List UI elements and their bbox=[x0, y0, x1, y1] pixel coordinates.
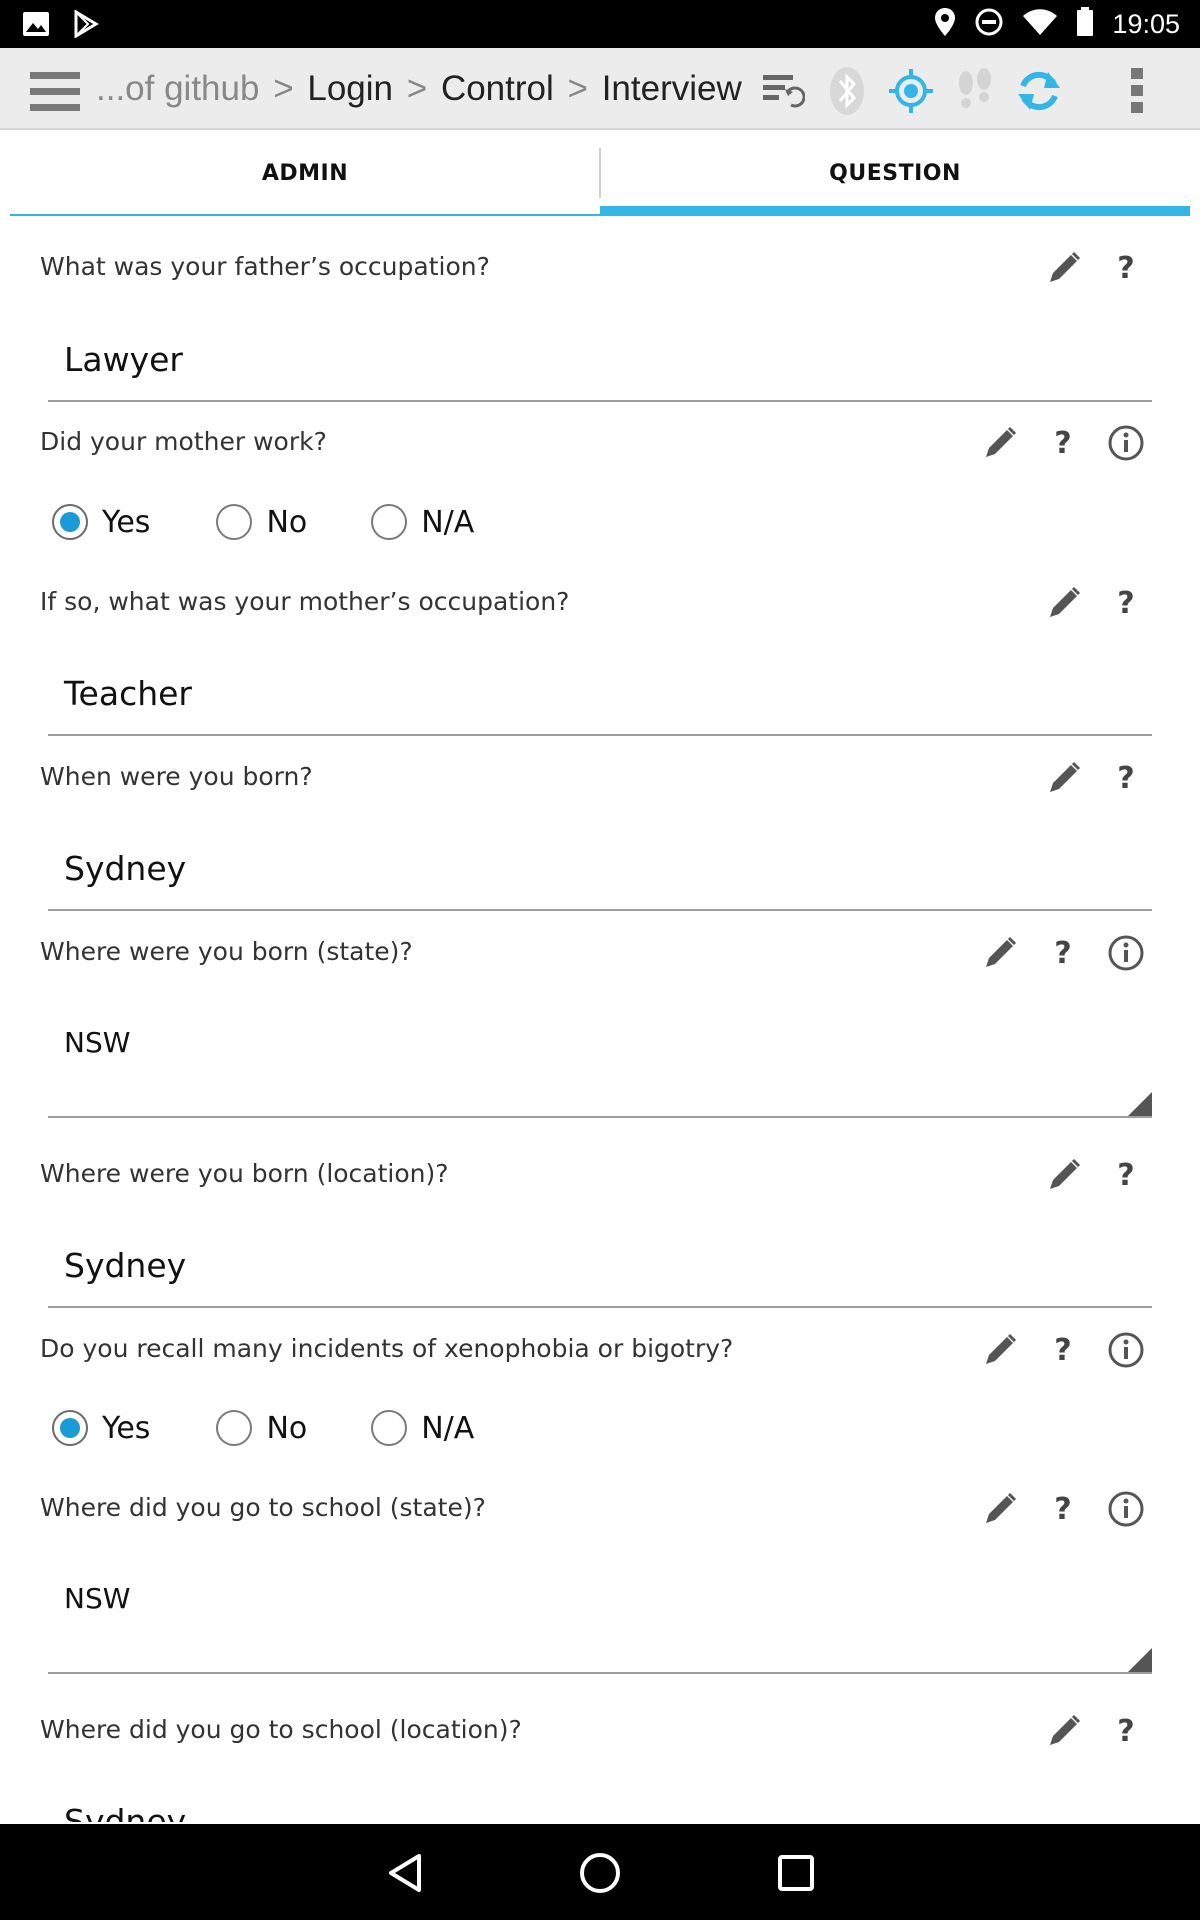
question-label: What was your father’s occupation? bbox=[40, 252, 490, 281]
radio-label: Yes bbox=[102, 504, 151, 540]
help-icon[interactable]: ? bbox=[1104, 1153, 1148, 1197]
radio-group: Yes No N/A bbox=[52, 504, 516, 540]
state-select[interactable]: NSW bbox=[48, 996, 1152, 1118]
pencil-icon[interactable] bbox=[978, 1487, 1022, 1531]
pencil-icon[interactable] bbox=[1042, 1153, 1086, 1197]
answer-text-field[interactable]: Lawyer bbox=[48, 312, 1152, 402]
question-label: Where did you go to school (state)? bbox=[40, 1493, 486, 1522]
radio-button[interactable] bbox=[371, 1410, 408, 1446]
radio-label: Yes bbox=[102, 1410, 151, 1446]
radio-no[interactable]: No bbox=[216, 504, 307, 540]
answer-text-field[interactable]: Sydney bbox=[48, 1218, 1152, 1308]
hamburger-menu-icon[interactable] bbox=[30, 70, 82, 118]
help-icon[interactable]: ? bbox=[1041, 1487, 1085, 1531]
action-bar: ...of github > Login > Control > Intervi… bbox=[0, 48, 1200, 130]
breadcrumb-control[interactable]: Control bbox=[441, 69, 554, 108]
help-icon[interactable]: ? bbox=[1104, 1709, 1148, 1753]
radio-button[interactable] bbox=[371, 504, 408, 540]
breadcrumb-separator: > bbox=[273, 69, 294, 108]
radio-button[interactable] bbox=[216, 1410, 253, 1446]
question-list[interactable]: What was your father’s occupation? ? Law… bbox=[10, 216, 1190, 1822]
radio-na[interactable]: N/A bbox=[371, 1410, 474, 1446]
radio-yes[interactable]: Yes bbox=[52, 1410, 150, 1446]
image-icon bbox=[22, 11, 50, 41]
pencil-icon[interactable] bbox=[978, 1328, 1022, 1372]
pencil-icon[interactable] bbox=[1042, 246, 1086, 290]
answer-text-field[interactable]: Teacher bbox=[48, 646, 1152, 736]
answer-text-field[interactable]: Sydney bbox=[48, 1774, 1152, 1822]
overflow-menu-icon[interactable] bbox=[1110, 64, 1164, 118]
select-value: NSW bbox=[64, 1582, 131, 1615]
answer-value: Teacher bbox=[64, 674, 193, 713]
breadcrumb-separator: > bbox=[567, 69, 588, 108]
help-icon[interactable]: ? bbox=[1104, 756, 1148, 800]
answer-text-field[interactable]: Sydney bbox=[48, 821, 1152, 911]
back-icon[interactable] bbox=[380, 1848, 430, 1898]
dropdown-triangle-icon bbox=[1128, 1092, 1152, 1116]
question-label: Where were you born (location)? bbox=[40, 1159, 449, 1188]
help-icon[interactable]: ? bbox=[1041, 931, 1085, 975]
play-store-icon bbox=[72, 9, 100, 42]
breadcrumb-prefix[interactable]: ...of github bbox=[96, 69, 259, 108]
help-icon[interactable]: ? bbox=[1041, 421, 1085, 465]
radio-group: Yes No N/A bbox=[52, 1410, 516, 1446]
radio-button[interactable] bbox=[216, 504, 253, 540]
help-icon[interactable]: ? bbox=[1041, 1328, 1085, 1372]
wifi-icon bbox=[1022, 8, 1058, 40]
question-label: If so, what was your mother’s occupation… bbox=[40, 587, 570, 616]
pencil-icon[interactable] bbox=[978, 931, 1022, 975]
pencil-icon[interactable] bbox=[978, 421, 1022, 465]
radio-button-checked[interactable] bbox=[52, 504, 88, 540]
sync-settings-icon[interactable] bbox=[756, 64, 810, 118]
bluetooth-icon[interactable] bbox=[820, 64, 874, 118]
question-label: Where were you born (state)? bbox=[40, 937, 413, 966]
location-icon bbox=[934, 7, 956, 41]
state-select[interactable]: NSW bbox=[48, 1552, 1152, 1674]
info-icon[interactable] bbox=[1104, 931, 1148, 975]
radio-button-checked[interactable] bbox=[52, 1410, 88, 1446]
navigation-bar bbox=[0, 1824, 1200, 1920]
pencil-icon[interactable] bbox=[1042, 581, 1086, 625]
radio-label: N/A bbox=[421, 504, 475, 540]
info-icon[interactable] bbox=[1104, 1487, 1148, 1531]
answer-value: Sydney bbox=[64, 849, 187, 888]
pencil-icon[interactable] bbox=[1042, 756, 1086, 800]
dropdown-triangle-icon bbox=[1128, 1648, 1152, 1672]
radio-yes[interactable]: Yes bbox=[52, 504, 150, 540]
question-label: Did your mother work? bbox=[40, 427, 327, 456]
info-icon[interactable] bbox=[1104, 421, 1148, 465]
breadcrumb-login[interactable]: Login bbox=[307, 69, 393, 108]
radio-label: N/A bbox=[421, 1410, 475, 1446]
tab-question[interactable]: QUESTION bbox=[600, 132, 1190, 216]
question-label: Do you recall many incidents of xenophob… bbox=[40, 1334, 734, 1363]
do-not-disturb-icon bbox=[974, 7, 1004, 41]
refresh-icon[interactable] bbox=[1012, 64, 1066, 118]
clock: 19:05 bbox=[1112, 9, 1180, 39]
answer-value: Sydney bbox=[64, 1246, 187, 1285]
battery-icon bbox=[1076, 7, 1094, 41]
pencil-icon[interactable] bbox=[1042, 1709, 1086, 1753]
gps-icon[interactable] bbox=[884, 64, 938, 118]
answer-value: Lawyer bbox=[64, 340, 183, 379]
breadcrumb-separator: > bbox=[406, 69, 428, 108]
radio-label: No bbox=[266, 1410, 308, 1446]
home-icon[interactable] bbox=[575, 1848, 625, 1898]
question-label: Where did you go to school (location)? bbox=[40, 1715, 522, 1744]
question-label: When were you born? bbox=[40, 762, 313, 791]
breadcrumb-interview[interactable]: Interview bbox=[602, 69, 742, 108]
breadcrumb: ...of github > Login > Control > Intervi… bbox=[96, 68, 742, 110]
help-icon[interactable]: ? bbox=[1104, 581, 1148, 625]
status-bar: 19:05 bbox=[0, 0, 1200, 48]
select-value: NSW bbox=[64, 1026, 131, 1059]
radio-no[interactable]: No bbox=[216, 1410, 307, 1446]
help-icon[interactable]: ? bbox=[1104, 246, 1148, 290]
answer-value: Sydney bbox=[64, 1802, 187, 1822]
footsteps-icon[interactable] bbox=[948, 64, 1002, 118]
recents-icon[interactable] bbox=[771, 1848, 821, 1898]
info-icon[interactable] bbox=[1104, 1328, 1148, 1372]
radio-label: No bbox=[266, 504, 308, 540]
tab-admin[interactable]: ADMIN bbox=[10, 132, 600, 216]
radio-na[interactable]: N/A bbox=[371, 504, 474, 540]
tab-divider bbox=[599, 148, 601, 198]
